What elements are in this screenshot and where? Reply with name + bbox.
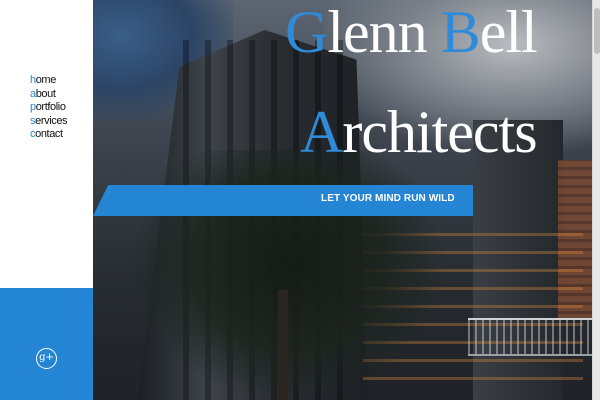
nav-item-about[interactable]: about (30, 88, 67, 102)
scrollbar-thumb[interactable] (594, 8, 600, 54)
balcony-railing (468, 318, 592, 356)
nav-item-home[interactable]: home (30, 74, 67, 88)
hero-image: Glenn Bell Architects LET YOUR MIND RUN … (93, 0, 592, 400)
sidebar: home about portfolio services contact g+ (0, 0, 93, 400)
nav-item-contact[interactable]: contact (30, 128, 67, 142)
google-plus-icon[interactable]: g+ (36, 348, 57, 369)
nav-item-portfolio[interactable]: portfolio (30, 101, 67, 115)
tree-trunk (278, 290, 288, 400)
social-panel (0, 288, 93, 400)
main-nav: home about portfolio services contact (30, 74, 68, 142)
site-title-line-2: Architects (300, 99, 538, 165)
tagline-text: LET YOUR MIND RUN WILD (321, 193, 455, 204)
vertical-scrollbar[interactable] (592, 0, 600, 400)
nav-item-services[interactable]: services (30, 115, 68, 129)
site-title-line-1: Glenn Bell (285, 0, 538, 65)
